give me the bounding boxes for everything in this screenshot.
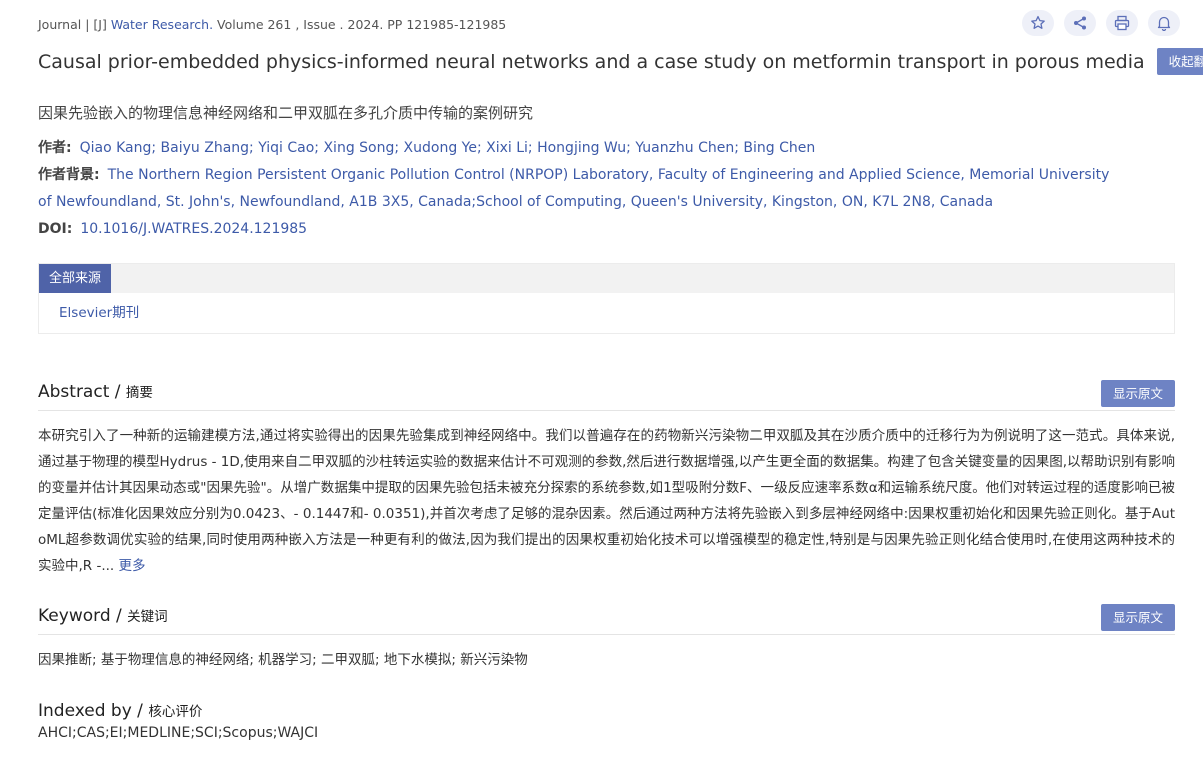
doi-row: DOI: 10.1016/J.WATRES.2024.121985 xyxy=(38,216,307,243)
print-button[interactable] xyxy=(1106,10,1138,36)
keyword-header: Keyword / 关键词 显示原文 xyxy=(38,604,1175,635)
abstract-show-original-button[interactable]: 显示原文 xyxy=(1100,380,1175,407)
star-icon xyxy=(1031,15,1045,29)
collapse-translation-button[interactable]: 收起翻译 xyxy=(1156,48,1203,75)
indexed-heading-cn: 核心评价 xyxy=(148,704,203,720)
title-row: Causal prior-embedded physics-informed n… xyxy=(38,48,1203,75)
keyword-heading: Keyword / 关键词 xyxy=(38,605,168,626)
keyword-heading-cn: 关键词 xyxy=(127,609,168,625)
keyword-heading-en: Keyword / xyxy=(38,606,128,626)
doi-value[interactable]: 10.1016/J.WATRES.2024.121985 xyxy=(80,221,307,237)
doi-label: DOI: xyxy=(38,221,73,237)
bell-icon xyxy=(1157,16,1171,31)
share-icon xyxy=(1074,16,1086,30)
keyword-list: 因果推断; 基于物理信息的神经网络; 机器学习; 二甲双胍; 地下水模拟; 新兴… xyxy=(38,652,528,668)
abstract-heading-en: Abstract / xyxy=(38,382,126,402)
tab-all-sources[interactable]: 全部来源 xyxy=(39,264,112,293)
subscribe-button[interactable] xyxy=(1148,10,1180,36)
affiliation-row: 作者背景: The Northern Region Persistent Orga… xyxy=(38,162,1118,216)
indexed-list: AHCI;CAS;EI;MEDLINE;SCI;Scopus;WAJCI xyxy=(38,725,319,741)
abstract-text: 本研究引入了一种新的运输建模方法,通过将实验得出的因果先验集成到神经网络中。我们… xyxy=(38,428,1175,574)
authors-label: 作者: xyxy=(38,140,72,156)
abstract-heading-cn: 摘要 xyxy=(125,385,153,401)
indexed-heading: Indexed by / 核心评价 xyxy=(38,700,202,721)
abstract-heading: Abstract / 摘要 xyxy=(38,381,153,402)
journal-link[interactable]: Water Research. xyxy=(111,17,213,32)
indexed-heading-en: Indexed by / xyxy=(38,701,149,721)
sources-header: 全部来源 xyxy=(39,264,1174,293)
authors-list[interactable]: Qiao Kang; Baiyu Zhang; Yiqi Cao; Xing S… xyxy=(80,140,816,156)
affiliation-value[interactable]: The Northern Region Persistent Organic P… xyxy=(38,167,1109,210)
journal-prefix: Journal | [J] xyxy=(38,17,111,32)
sources-list: Elsevier期刊 xyxy=(39,293,1174,333)
abstract-body: 本研究引入了一种新的运输建模方法,通过将实验得出的因果先验集成到神经网络中。我们… xyxy=(38,423,1175,579)
favorite-button[interactable] xyxy=(1022,10,1054,36)
share-button[interactable] xyxy=(1064,10,1096,36)
article-actions xyxy=(1022,10,1180,36)
affiliation-label: 作者背景: xyxy=(38,167,100,183)
abstract-more-link[interactable]: 更多 xyxy=(119,558,146,574)
sources-panel: 全部来源 Elsevier期刊 xyxy=(38,263,1175,334)
journal-info: Journal | [J] Water Research. Volume 261… xyxy=(38,17,506,32)
article-title-cn: 因果先验嵌入的物理信息神经网络和二甲双胍在多孔介质中传输的案例研究 xyxy=(38,104,534,122)
journal-details: Volume 261 , Issue . 2024. PP 121985-121… xyxy=(213,17,507,32)
print-icon xyxy=(1114,15,1130,31)
keyword-show-original-button[interactable]: 显示原文 xyxy=(1100,604,1175,631)
article-title-en: Causal prior-embedded physics-informed n… xyxy=(38,50,1145,73)
authors-row: 作者: Qiao Kang; Baiyu Zhang; Yiqi Cao; Xin… xyxy=(38,135,815,162)
source-link-elsevier[interactable]: Elsevier期刊 xyxy=(59,305,139,321)
abstract-header: Abstract / 摘要 显示原文 xyxy=(38,380,1175,411)
